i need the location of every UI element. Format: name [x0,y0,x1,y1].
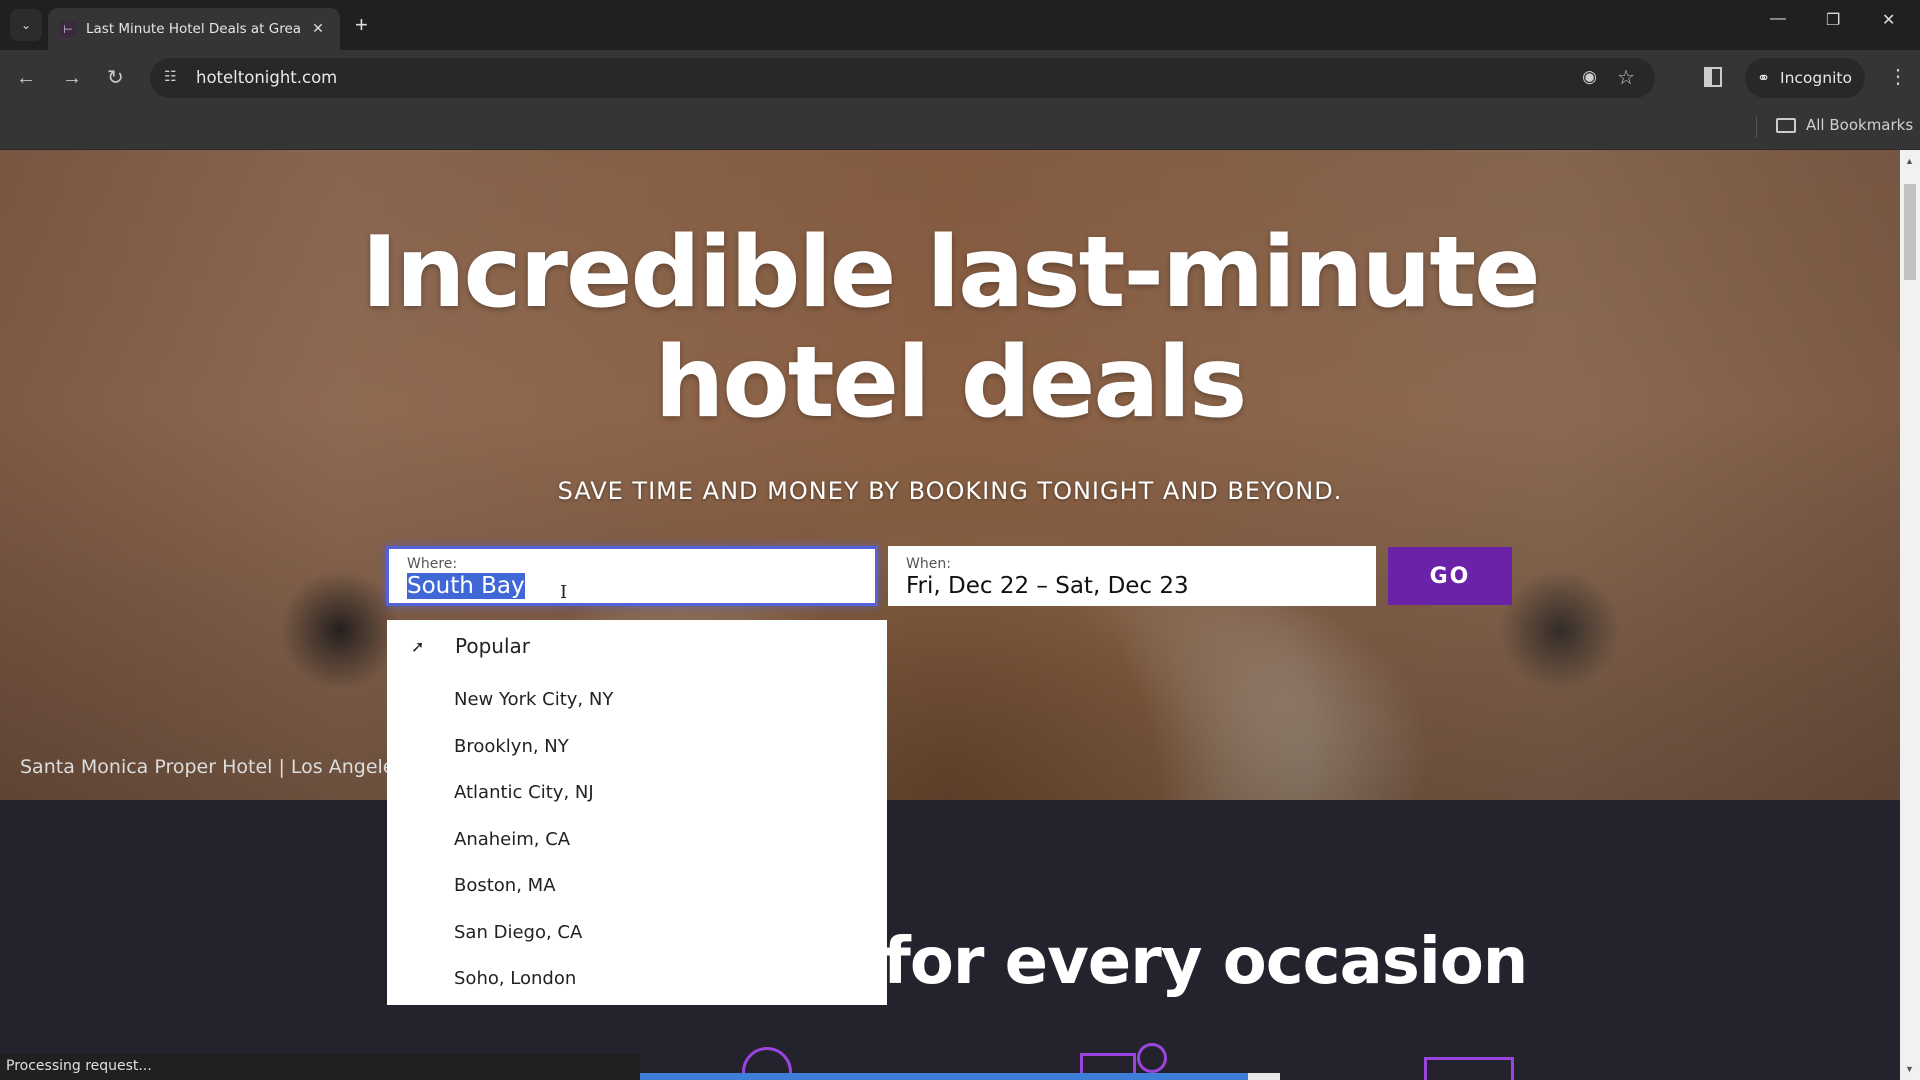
dropdown-item[interactable]: Boston, MA [454,875,556,896]
all-bookmarks-button[interactable]: All Bookmarks [1776,116,1913,134]
where-input[interactable]: South Bay [407,572,857,600]
where-selected-text: South Bay [407,573,525,599]
bookmark-star-icon[interactable]: ☆ [1617,65,1635,90]
where-label: Where: [407,556,458,572]
dropdown-item[interactable]: Brooklyn, NY [454,736,569,757]
bed-icon: ⊢ [60,21,76,37]
tab-active[interactable]: ⊢ Last Minute Hotel Deals at Grea ✕ [48,8,340,50]
when-label: When: [906,556,951,572]
site-info-icon[interactable]: ☷ [164,68,177,85]
popular-label: Popular [455,634,530,658]
dropdown-item[interactable]: Soho, London [454,968,576,989]
scrollbar-thumb[interactable] [1904,184,1916,280]
bookmarks-divider [1756,116,1757,138]
go-button[interactable]: GO [1388,547,1512,605]
chevron-down-icon: ⌄ [20,18,32,32]
dropdown-item[interactable]: Anaheim, CA [454,829,570,850]
incognito-icon: ⚭ [1757,69,1770,87]
all-bookmarks-label: All Bookmarks [1806,116,1914,134]
page-viewport: Incredible last-minute hotel deals SAVE … [0,150,1900,1080]
scroll-up-arrow-icon[interactable]: ▲ [1905,156,1914,166]
tab-strip: ⌄ ⊢ Last Minute Hotel Deals at Grea ✕ + … [0,0,1920,50]
dropdown-section-header: ➚ Popular [411,634,530,658]
kebab-menu-icon[interactable]: ⋮ [1888,64,1908,89]
browser-toolbar: ← → ↻ ☷ hoteltonight.com ◉ ☆ ⚭ Incognito… [0,50,1920,108]
folder-icon [1776,117,1796,133]
where-field[interactable]: Where: South Bay [386,546,878,606]
dropdown-item[interactable]: San Diego, CA [454,922,582,943]
hero-headline: Incredible last-minute hotel deals [0,218,1900,438]
minimize-icon[interactable]: — [1770,10,1786,28]
headline-line-2: hotel deals [654,326,1248,440]
bookmarks-bar: All Bookmarks [0,108,1920,150]
reload-icon[interactable]: ↻ [107,66,124,90]
page-load-progress [640,1073,1280,1080]
address-bar[interactable]: ☷ hoteltonight.com ◉ ☆ [150,58,1655,98]
close-window-icon[interactable]: ✕ [1882,10,1895,30]
check-circle-icon [1137,1043,1167,1073]
calendar-icon [1424,1057,1514,1080]
page-scrollbar[interactable]: ▲ ▼ [1900,150,1920,1080]
url-text[interactable]: hoteltonight.com [196,68,337,87]
close-tab-icon[interactable]: ✕ [308,21,328,37]
back-icon[interactable]: ← [16,66,36,90]
side-panel-icon[interactable] [1704,67,1722,87]
scroll-down-arrow-icon[interactable]: ▼ [1905,1064,1914,1074]
tab-search-button[interactable]: ⌄ [10,9,42,41]
hero-subheading: SAVE TIME AND MONEY BY BOOKING TONIGHT A… [557,477,1343,505]
tab-title: Last Minute Hotel Deals at Grea [86,21,302,37]
when-field[interactable]: When: Fri, Dec 22 – Sat, Dec 23 [888,546,1376,606]
section-heading-text: for every occasion [883,925,1528,999]
trending-up-icon: ➚ [411,636,425,656]
text-cursor-icon: I [560,582,568,603]
dropdown-item[interactable]: New York City, NY [454,689,613,710]
progress-fill [640,1073,1248,1080]
destination-dropdown: ➚ Popular New York City, NY Brooklyn, NY… [387,620,887,1005]
dropdown-item[interactable]: Atlantic City, NJ [454,782,594,803]
photo-caption: Santa Monica Proper Hotel | Los Angele [20,756,395,778]
incognito-badge[interactable]: ⚭ Incognito [1745,58,1865,98]
headline-line-1: Incredible last-minute [361,216,1540,330]
forward-icon[interactable]: → [62,66,82,90]
status-bar: Processing request... [0,1054,640,1080]
when-value: Fri, Dec 22 – Sat, Dec 23 [906,573,1189,599]
restore-icon[interactable]: ❐ [1826,10,1840,30]
new-tab-button[interactable]: + [355,12,368,38]
incognito-label: Incognito [1780,69,1852,87]
tracking-protection-eye-off-icon[interactable]: ◉ [1582,67,1597,87]
